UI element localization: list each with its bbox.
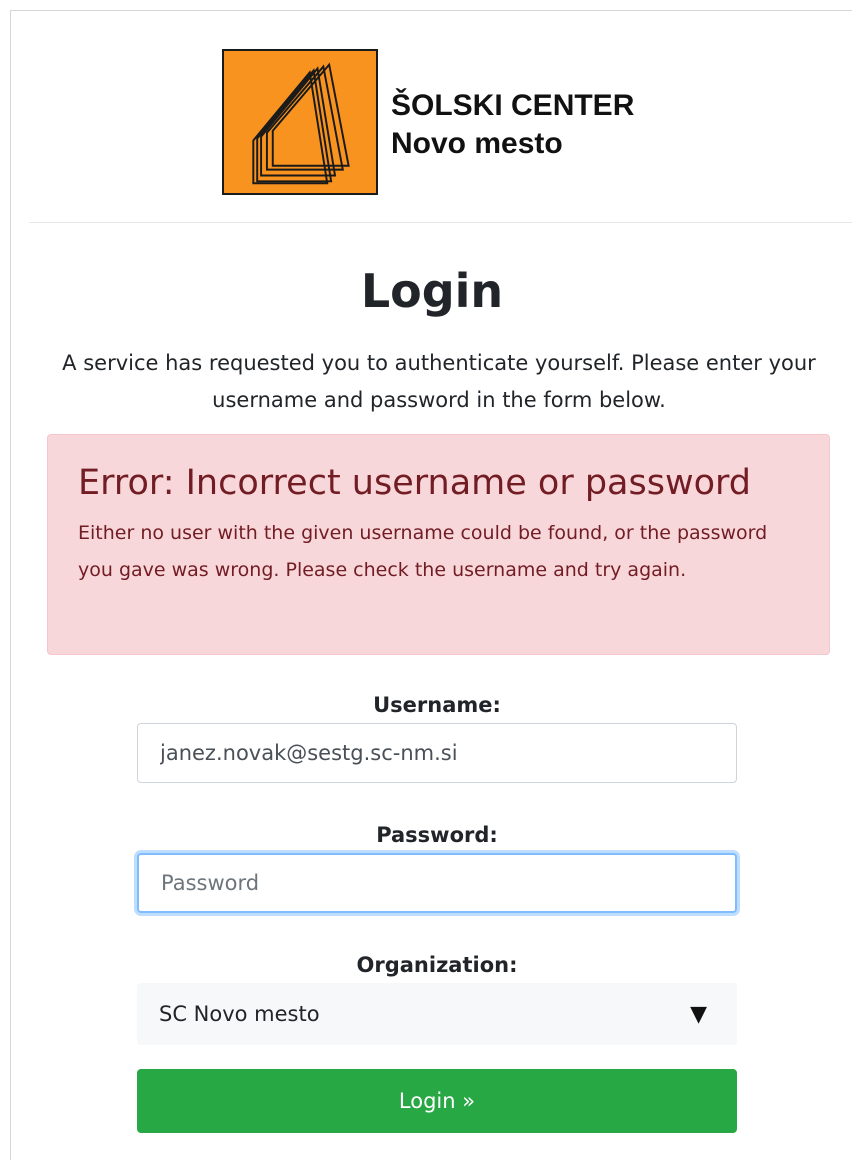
username-label: Username: [373, 693, 501, 717]
logo-triangles-icon [252, 62, 350, 185]
intro-text: A service has requested you to authentic… [62, 351, 816, 412]
organization-selected-value: SC Novo mesto [159, 1002, 320, 1026]
caret-down-icon: ▼ [690, 1001, 707, 1027]
page-title: Login [360, 264, 504, 318]
organization-select[interactable]: SC Novo mesto ▼ [137, 983, 737, 1045]
password-input[interactable] [137, 853, 737, 913]
logo-line-2: Novo mesto [391, 127, 563, 160]
error-alert: Error: Incorrect username or password Ei… [47, 434, 830, 655]
logo-line-1: ŠOLSKI CENTER [391, 89, 635, 122]
error-message: Either no user with the given username c… [78, 522, 768, 581]
header: ŠOLSKI CENTER Novo mesto [29, 11, 852, 223]
password-label: Password: [376, 823, 498, 847]
organization-label: Organization: [356, 953, 518, 977]
logo-text: ŠOLSKI CENTER Novo mesto [391, 87, 634, 163]
school-logo [222, 49, 378, 195]
error-title: Error: Incorrect username or password [78, 463, 751, 503]
username-input[interactable] [137, 723, 737, 783]
login-button[interactable]: Login » [137, 1069, 737, 1133]
login-page: ŠOLSKI CENTER Novo mesto Login A service… [10, 10, 852, 1160]
